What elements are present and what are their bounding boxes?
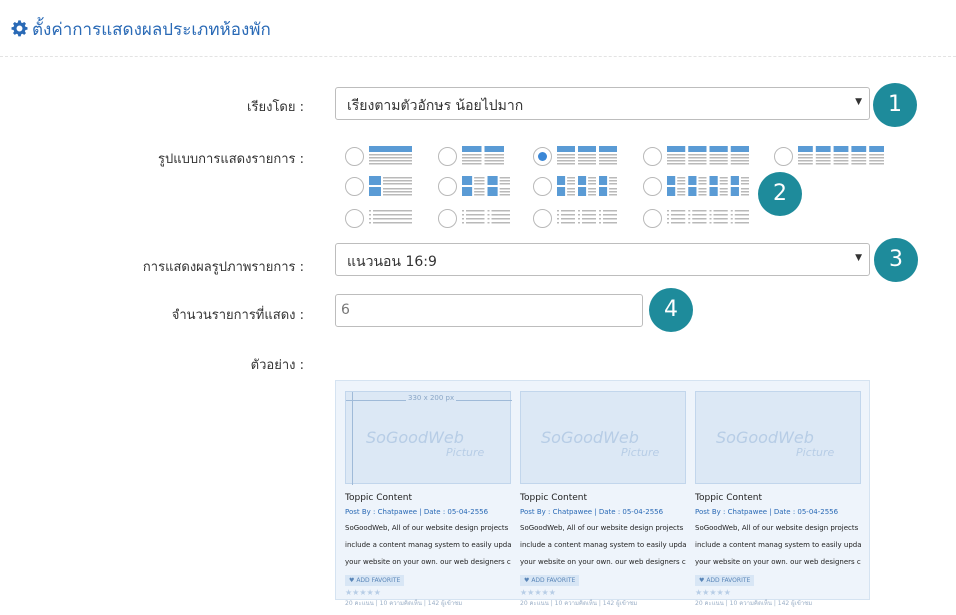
add-favorite-button: ♥ ADD FAVORITE bbox=[520, 575, 580, 586]
layout-cols-icon bbox=[369, 146, 412, 165]
guide-line bbox=[352, 392, 353, 485]
card-meta: Post By : Chatpawee | Date : 05-04-2556 bbox=[520, 508, 664, 516]
layout-radio[interactable] bbox=[345, 177, 364, 196]
caret-down-icon: ▼ bbox=[855, 97, 862, 107]
layout-radio[interactable] bbox=[533, 147, 552, 166]
card-desc-line: your website on your own. our web design… bbox=[345, 558, 511, 566]
preview-card: 330 x 200 px SoGoodWeb Picture Toppic Co… bbox=[345, 391, 512, 608]
page-header: ตั้งค่าการแสดงผลประเภทห้องพัก bbox=[0, 0, 956, 57]
layout-list-icon bbox=[462, 210, 510, 224]
heart-icon: ♥ bbox=[349, 577, 355, 584]
layout-cols-icon bbox=[462, 146, 504, 165]
page-title: ตั้งค่าการแสดงผลประเภทห้องพัก bbox=[32, 20, 271, 40]
card-stats: 20 คะแนน | 10 ความคิดเห็น | 142 ผู้เข้าช… bbox=[345, 600, 463, 607]
layout-thumb-icon bbox=[667, 176, 749, 196]
star-rating: ★★★★★ bbox=[695, 588, 731, 597]
add-favorite-button: ♥ ADD FAVORITE bbox=[695, 575, 755, 586]
placeholder-logo-sub: Picture bbox=[796, 446, 835, 459]
count-label: จำนวนรายการที่แสดง : bbox=[171, 308, 304, 323]
layout-label: รูปแบบการแสดงรายการ : bbox=[158, 152, 304, 167]
step-badge-1: 1 bbox=[873, 83, 917, 127]
placeholder-logo: SoGoodWeb bbox=[366, 428, 464, 447]
image-display-label: การแสดงผลรูปภาพรายการ : bbox=[142, 260, 304, 275]
gear-icon bbox=[11, 20, 28, 37]
layout-list-icon bbox=[667, 210, 749, 224]
card-meta: Post By : Chatpawee | Date : 05-04-2556 bbox=[695, 508, 839, 516]
layout-radio[interactable] bbox=[643, 209, 662, 228]
step-badge-4: 4 bbox=[649, 288, 693, 332]
layout-cols-icon bbox=[798, 146, 884, 165]
preview-label: ตัวอย่าง : bbox=[250, 358, 304, 373]
add-favorite-label: ADD FAVORITE bbox=[706, 577, 751, 584]
add-favorite-button: ♥ ADD FAVORITE bbox=[345, 575, 405, 586]
step-badge-3: 3 bbox=[874, 238, 918, 282]
star-rating: ★★★★★ bbox=[345, 588, 381, 597]
add-favorite-label: ADD FAVORITE bbox=[531, 577, 576, 584]
card-title: Toppic Content bbox=[695, 493, 763, 503]
card-desc-line: SoGoodWeb, All of our website design pro… bbox=[345, 524, 509, 532]
layout-radio[interactable] bbox=[774, 147, 793, 166]
layout-radio[interactable] bbox=[533, 177, 552, 196]
sort-label: เรียงโดย : bbox=[247, 100, 304, 115]
image-display-select-value: แนวนอน 16:9 bbox=[347, 254, 437, 270]
layout-list-icon bbox=[369, 210, 412, 224]
card-desc-line: SoGoodWeb, All of our website design pro… bbox=[695, 524, 859, 532]
star-rating: ★★★★★ bbox=[520, 588, 556, 597]
layout-radio[interactable] bbox=[438, 209, 457, 228]
layout-thumb-icon bbox=[557, 176, 617, 196]
layout-radio[interactable] bbox=[438, 177, 457, 196]
count-input-value: 6 bbox=[341, 302, 350, 318]
sort-select-value: เรียงตามตัวอักษร น้อยไปมาก bbox=[347, 98, 524, 114]
card-desc-line: your website on your own. our web design… bbox=[520, 558, 686, 566]
step-badge-2: 2 bbox=[758, 172, 802, 216]
card-title: Toppic Content bbox=[520, 493, 588, 503]
sort-select[interactable]: เรียงตามตัวอักษร น้อยไปมาก ▼ bbox=[335, 87, 870, 120]
add-favorite-label: ADD FAVORITE bbox=[356, 577, 401, 584]
layout-thumb-icon bbox=[462, 176, 510, 196]
layout-radio[interactable] bbox=[345, 209, 364, 228]
layout-radio[interactable] bbox=[345, 147, 364, 166]
layout-list-icon bbox=[557, 210, 617, 224]
layout-thumb-icon bbox=[369, 176, 412, 196]
layout-radio[interactable] bbox=[643, 147, 662, 166]
card-meta: Post By : Chatpawee | Date : 05-04-2556 bbox=[345, 508, 489, 516]
preview-thumbnail: SoGoodWeb Picture bbox=[520, 391, 686, 484]
layout-radio[interactable] bbox=[533, 209, 552, 228]
placeholder-logo-sub: Picture bbox=[621, 446, 660, 459]
card-desc-line: include a content manag system to easily… bbox=[345, 541, 511, 549]
heart-icon: ♥ bbox=[699, 577, 705, 584]
count-input[interactable]: 6 bbox=[335, 294, 643, 327]
layout-cols-icon bbox=[667, 146, 749, 165]
layout-radio[interactable] bbox=[643, 177, 662, 196]
preview-thumbnail: 330 x 200 px SoGoodWeb Picture bbox=[345, 391, 512, 485]
image-display-select[interactable]: แนวนอน 16:9 ▼ bbox=[335, 243, 870, 276]
preview-panel: 330 x 200 px SoGoodWeb Picture Toppic Co… bbox=[335, 380, 870, 607]
heart-icon: ♥ bbox=[524, 577, 530, 584]
layout-cols-icon bbox=[557, 146, 617, 165]
thumbnail-size: 330 x 200 px bbox=[406, 394, 457, 402]
card-desc-line: include a content manag system to easily… bbox=[695, 541, 861, 549]
card-title: Toppic Content bbox=[345, 493, 413, 503]
preview-thumbnail: SoGoodWeb Picture bbox=[695, 391, 861, 484]
card-desc-line: SoGoodWeb, All of our website design pro… bbox=[520, 524, 684, 532]
card-stats: 20 คะแนน | 10 ความคิดเห็น | 142 ผู้เข้าช… bbox=[520, 600, 638, 607]
layout-radio[interactable] bbox=[438, 147, 457, 166]
placeholder-logo: SoGoodWeb bbox=[716, 428, 814, 447]
card-stats: 20 คะแนน | 10 ความคิดเห็น | 142 ผู้เข้าช… bbox=[695, 600, 813, 607]
card-desc-line: include a content manag system to easily… bbox=[520, 541, 686, 549]
caret-down-icon: ▼ bbox=[855, 253, 862, 263]
preview-card: SoGoodWeb Picture Toppic Content Post By… bbox=[520, 391, 686, 608]
card-desc-line: your website on your own. our web design… bbox=[695, 558, 861, 566]
placeholder-logo-sub: Picture bbox=[446, 446, 485, 459]
placeholder-logo: SoGoodWeb bbox=[541, 428, 639, 447]
preview-card: SoGoodWeb Picture Toppic Content Post By… bbox=[695, 391, 861, 608]
